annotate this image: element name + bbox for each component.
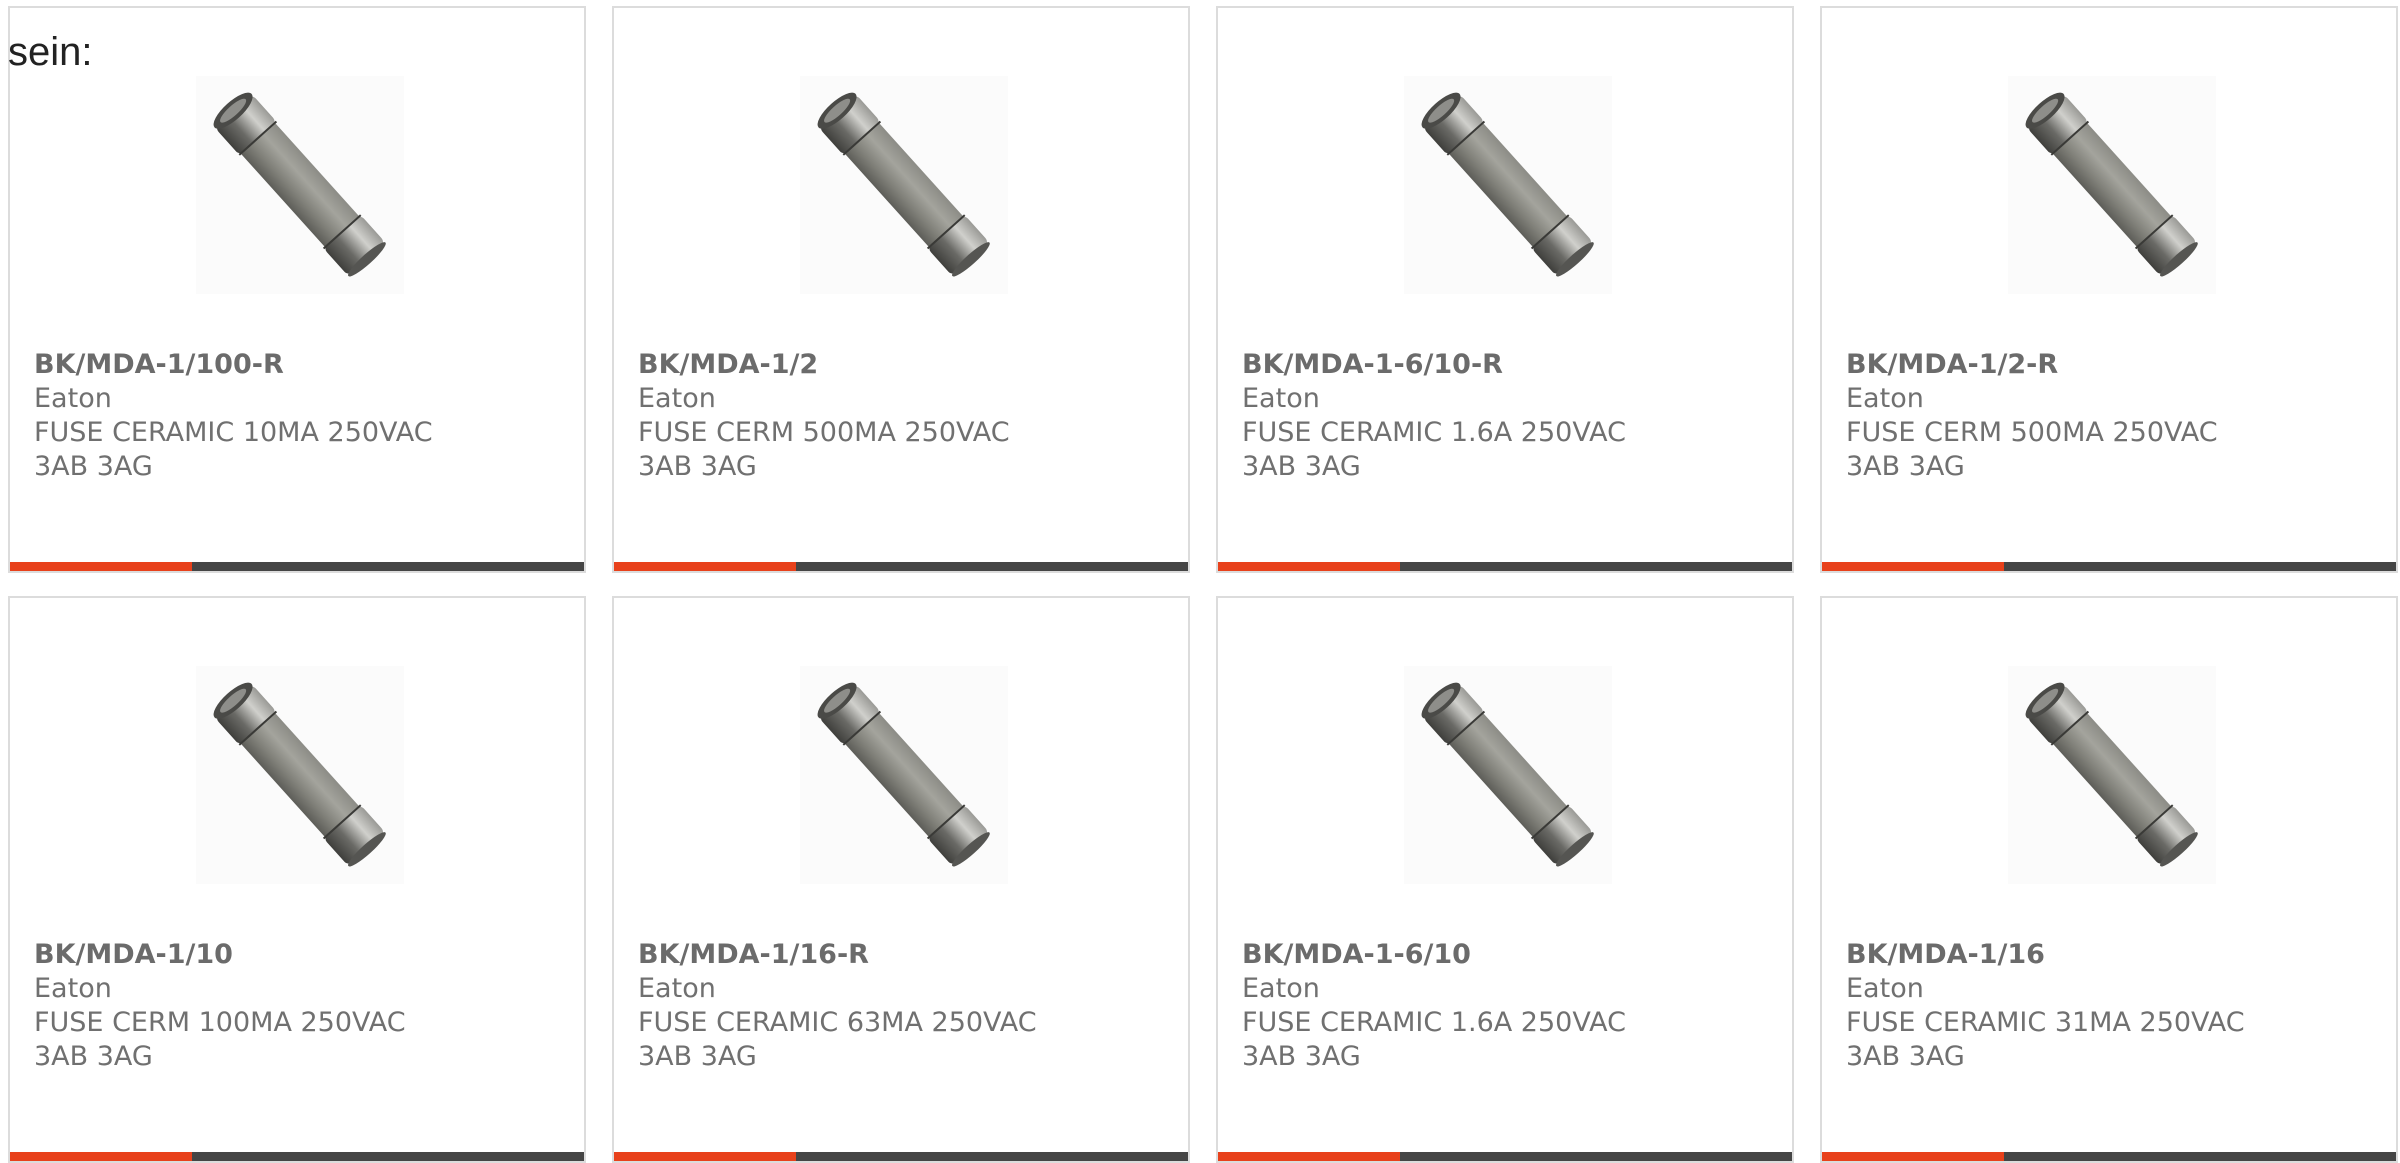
accent-strip — [10, 1152, 192, 1161]
product-info: BK/MDA-1/16 Eaton FUSE CERAMIC 31MA 250V… — [1846, 938, 2372, 1074]
product-info: BK/MDA-1/10 Eaton FUSE CERM 100MA 250VAC… — [34, 938, 560, 1074]
product-description: FUSE CERM 500MA 250VAC 3AB 3AG — [638, 417, 1010, 482]
product-description: FUSE CERAMIC 31MA 250VAC 3AB 3AG — [1846, 1007, 2245, 1072]
part-number: BK/MDA-1-6/10-R — [1242, 349, 1503, 380]
card-footer-bar — [10, 1152, 584, 1161]
product-card[interactable]: BK/MDA-1/100-R Eaton FUSE CERAMIC 10MA 2… — [8, 6, 586, 573]
part-number: BK/MDA-1/2-R — [1846, 349, 2059, 380]
card-footer-bar — [1218, 562, 1792, 571]
accent-strip — [1822, 562, 2004, 571]
product-card[interactable]: BK/MDA-1-6/10-R Eaton FUSE CERAMIC 1.6A … — [1216, 6, 1794, 573]
manufacturer: Eaton — [638, 383, 716, 414]
card-footer-bar — [614, 562, 1188, 571]
product-description: FUSE CERAMIC 63MA 250VAC 3AB 3AG — [638, 1007, 1037, 1072]
accent-strip — [1822, 1152, 2004, 1161]
manufacturer: Eaton — [1846, 973, 1924, 1004]
manufacturer: Eaton — [638, 973, 716, 1004]
product-card[interactable]: BK/MDA-1/2 Eaton FUSE CERM 500MA 250VAC … — [612, 6, 1190, 573]
intro-text: sein: — [8, 30, 93, 74]
product-image — [196, 76, 404, 294]
product-image — [196, 666, 404, 884]
product-info: BK/MDA-1/2-R Eaton FUSE CERM 500MA 250VA… — [1846, 348, 2372, 484]
product-info: BK/MDA-1-6/10 Eaton FUSE CERAMIC 1.6A 25… — [1242, 938, 1768, 1074]
product-description: FUSE CERAMIC 1.6A 250VAC 3AB 3AG — [1242, 417, 1626, 482]
card-footer-bar — [1218, 1152, 1792, 1161]
product-image — [800, 666, 1008, 884]
part-number: BK/MDA-1/10 — [34, 939, 233, 970]
manufacturer: Eaton — [1242, 383, 1320, 414]
card-footer-bar — [1822, 562, 2396, 571]
accent-strip — [1218, 1152, 1400, 1161]
manufacturer: Eaton — [1846, 383, 1924, 414]
product-info: BK/MDA-1/100-R Eaton FUSE CERAMIC 10MA 2… — [34, 348, 560, 484]
manufacturer: Eaton — [1242, 973, 1320, 1004]
product-description: FUSE CERM 100MA 250VAC 3AB 3AG — [34, 1007, 406, 1072]
part-number: BK/MDA-1/16-R — [638, 939, 869, 970]
product-info: BK/MDA-1/2 Eaton FUSE CERM 500MA 250VAC … — [638, 348, 1164, 484]
product-card[interactable]: BK/MDA-1-6/10 Eaton FUSE CERAMIC 1.6A 25… — [1216, 596, 1794, 1163]
manufacturer: Eaton — [34, 973, 112, 1004]
product-description: FUSE CERM 500MA 250VAC 3AB 3AG — [1846, 417, 2218, 482]
card-footer-bar — [10, 562, 584, 571]
manufacturer: Eaton — [34, 383, 112, 414]
product-image — [1404, 76, 1612, 294]
card-footer-bar — [614, 1152, 1188, 1161]
accent-strip — [10, 562, 192, 571]
part-number: BK/MDA-1/100-R — [34, 349, 284, 380]
product-info: BK/MDA-1-6/10-R Eaton FUSE CERAMIC 1.6A … — [1242, 348, 1768, 484]
product-image — [800, 76, 1008, 294]
card-footer-bar — [1822, 1152, 2396, 1161]
accent-strip — [614, 562, 796, 571]
product-grid: BK/MDA-1/100-R Eaton FUSE CERAMIC 10MA 2… — [8, 6, 2398, 1163]
part-number: BK/MDA-1/16 — [1846, 939, 2045, 970]
product-card[interactable]: BK/MDA-1/10 Eaton FUSE CERM 100MA 250VAC… — [8, 596, 586, 1163]
product-description: FUSE CERAMIC 10MA 250VAC 3AB 3AG — [34, 417, 433, 482]
product-card[interactable]: BK/MDA-1/16-R Eaton FUSE CERAMIC 63MA 25… — [612, 596, 1190, 1163]
accent-strip — [614, 1152, 796, 1161]
product-image — [1404, 666, 1612, 884]
product-image — [2008, 76, 2216, 294]
part-number: BK/MDA-1-6/10 — [1242, 939, 1471, 970]
accent-strip — [1218, 562, 1400, 571]
product-card[interactable]: BK/MDA-1/16 Eaton FUSE CERAMIC 31MA 250V… — [1820, 596, 2398, 1163]
part-number: BK/MDA-1/2 — [638, 349, 819, 380]
product-info: BK/MDA-1/16-R Eaton FUSE CERAMIC 63MA 25… — [638, 938, 1164, 1074]
product-description: FUSE CERAMIC 1.6A 250VAC 3AB 3AG — [1242, 1007, 1626, 1072]
product-card[interactable]: BK/MDA-1/2-R Eaton FUSE CERM 500MA 250VA… — [1820, 6, 2398, 573]
product-image — [2008, 666, 2216, 884]
